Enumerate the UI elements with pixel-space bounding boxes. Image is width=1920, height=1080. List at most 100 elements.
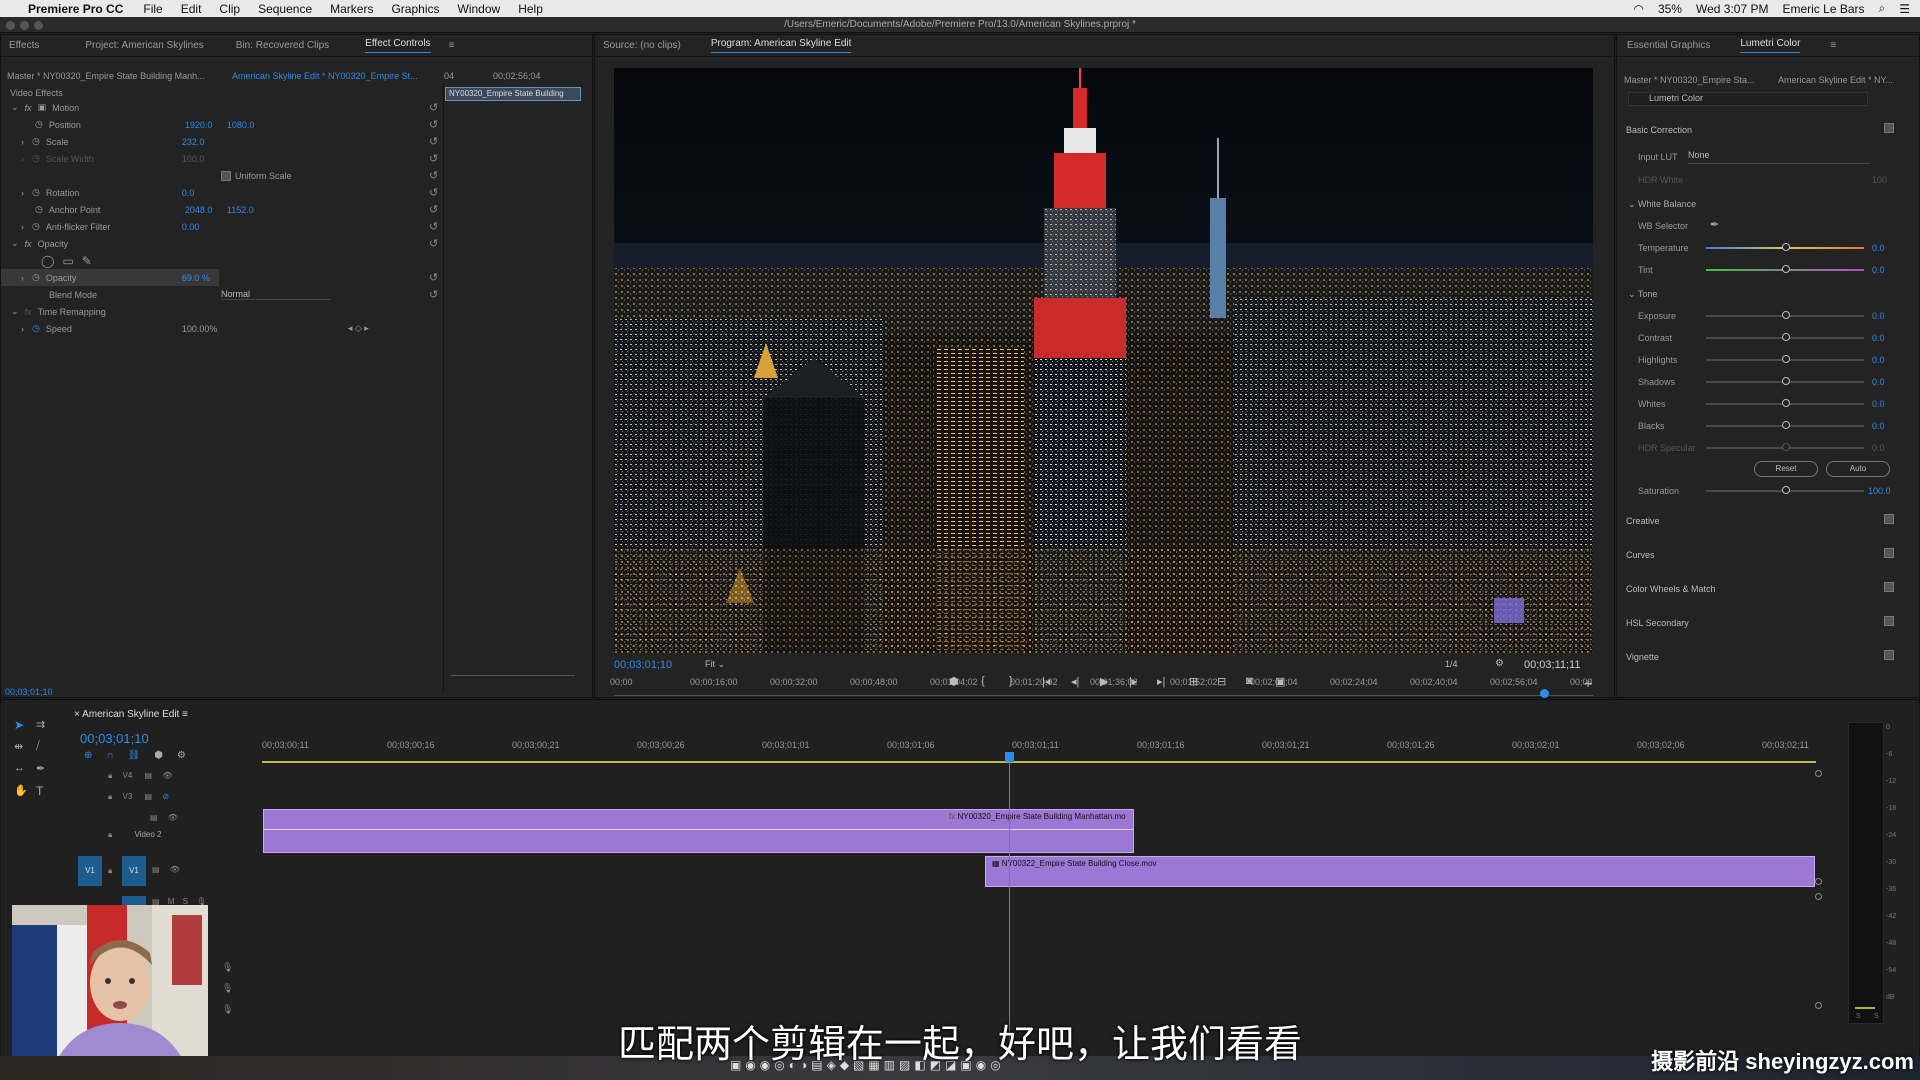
lumetri-effect-dropdown[interactable]: Lumetri Color <box>1628 92 1868 106</box>
tab-project[interactable]: Project: American Skylines <box>85 40 203 51</box>
tint-value[interactable]: 0.0 <box>1872 265 1885 275</box>
motion-effect-row[interactable]: ⌄ fx ▣ Motion ↺ <box>1 99 441 116</box>
tab-lumetri-color[interactable]: Lumetri Color <box>1740 38 1801 53</box>
contrast-value[interactable]: 0.0 <box>1872 333 1885 343</box>
highlights-knob[interactable] <box>1782 355 1790 363</box>
menu-graphics[interactable]: Graphics <box>391 2 439 16</box>
menu-edit[interactable]: Edit <box>181 2 202 16</box>
panel-menu-icon[interactable]: ≡ <box>449 40 455 51</box>
user-name[interactable]: Emeric Le Bars <box>1782 2 1864 16</box>
eye-icon[interactable]: 👁︎ <box>162 771 172 780</box>
zoom-window-icon[interactable] <box>34 21 43 30</box>
position-x-value[interactable]: 1920.0 <box>185 120 227 130</box>
opacity-effect-row[interactable]: ⌄ fx Opacity ↺ <box>1 235 441 252</box>
tone-header[interactable]: ⌄ Tone <box>1628 289 1657 300</box>
speed-value[interactable]: 100.00% <box>182 324 348 334</box>
shadows-value[interactable]: 0.0 <box>1872 377 1885 387</box>
source-patch-v1[interactable]: V1 <box>78 856 102 886</box>
basic-correction-checkbox[interactable] <box>1884 123 1894 133</box>
reset-icon[interactable]: ↺ <box>429 220 438 233</box>
vignettecheckbox[interactable] <box>1884 650 1894 660</box>
timeline-timecode[interactable]: 00;03;01;10 <box>80 731 149 746</box>
scroll-handle[interactable] <box>1815 770 1822 777</box>
saturation-value[interactable]: 100.0 <box>1868 486 1891 496</box>
blacks-knob[interactable] <box>1782 421 1790 429</box>
menu-markers[interactable]: Markers <box>330 2 373 16</box>
menu-clip[interactable]: Clip <box>219 2 240 16</box>
battery-level[interactable]: 35% <box>1658 2 1682 16</box>
scale-value[interactable]: 232.0 <box>182 137 205 147</box>
program-scrub-bar[interactable] <box>614 695 1593 696</box>
program-playhead[interactable] <box>1540 689 1550 698</box>
clip-opacity-line[interactable] <box>264 829 1133 830</box>
creativesection-header[interactable]: Creative <box>1626 516 1660 526</box>
menu-list-icon[interactable]: ☰ <box>1899 2 1910 16</box>
contrast-knob[interactable] <box>1782 333 1790 341</box>
tab-bin[interactable]: Bin: Recovered Clips <box>236 40 329 51</box>
time-remapping-row[interactable]: ⌄ fx Time Remapping <box>1 303 441 320</box>
expand-icon[interactable]: › <box>21 188 24 198</box>
type-tool-icon[interactable]: T <box>36 784 43 798</box>
reset-button[interactable]: Reset <box>1754 461 1818 477</box>
opacity-value[interactable]: 69.0 % <box>182 273 210 283</box>
mark-out-icon[interactable]: } <box>1009 675 1013 687</box>
selection-tool-icon[interactable]: ➤ <box>14 718 24 732</box>
clock[interactable]: Wed 3:07 PM <box>1696 2 1768 16</box>
clip-v1-empire-state-close[interactable]: ▦ NY00322_Empire State Building Close.mo… <box>985 856 1815 887</box>
search-icon[interactable]: ⌕ <box>1879 1 1886 16</box>
antiflicker-value[interactable]: 0.00 <box>182 222 200 232</box>
pen-tool-icon[interactable]: ✒ <box>36 762 45 775</box>
curvescheckbox[interactable] <box>1884 548 1894 558</box>
reset-icon[interactable]: ↺ <box>429 118 438 131</box>
keyframe-nav-icon[interactable]: ◂ ◇ ▸ <box>348 323 369 334</box>
minimize-window-icon[interactable] <box>20 21 29 30</box>
lumetri-master-clip[interactable]: Master * NY00320_Empire Sta... <box>1624 75 1755 85</box>
toggle-sync-icon[interactable]: ▤ <box>150 813 158 822</box>
lock-icon[interactable]: 🔒︎ <box>108 792 112 801</box>
slip-tool-icon[interactable]: ↔ <box>14 762 25 774</box>
stopwatch-icon[interactable]: ◷ <box>35 204 43 215</box>
saturation-knob[interactable] <box>1782 486 1790 494</box>
tab-program[interactable]: Program: American Skyline Edit <box>710 38 852 53</box>
collapse-icon[interactable]: ⌄ <box>11 102 19 113</box>
reset-icon[interactable]: ↺ <box>429 186 438 199</box>
ec-zoom-bar[interactable] <box>451 675 575 676</box>
color-wheels-matchsection-header[interactable]: Color Wheels & Match <box>1626 584 1716 594</box>
timeline-playhead-handle[interactable] <box>1005 752 1014 762</box>
white-balance-header[interactable]: ⌄ White Balance <box>1628 199 1696 210</box>
nest-icon[interactable]: ⊕ <box>84 750 106 761</box>
track-select-tool-icon[interactable]: ⇉ <box>36 718 45 731</box>
linked-selection-icon[interactable]: ⛓ <box>128 750 155 761</box>
tab-essential-graphics[interactable]: Essential Graphics <box>1627 40 1710 51</box>
rotation-value[interactable]: 0.0 <box>182 188 195 198</box>
reset-icon[interactable]: ↺ <box>429 237 438 250</box>
go-to-in-icon[interactable]: |◂ <box>1042 675 1050 688</box>
comparison-view-icon[interactable]: ▣ <box>1275 675 1285 688</box>
timeline-settings-icon[interactable]: ⚙ <box>177 750 200 761</box>
toggle-sync-icon[interactable]: ▤ <box>145 771 153 780</box>
menu-file[interactable]: File <box>143 2 162 16</box>
ec-clip-bar[interactable]: NY00320_Empire State Building <box>445 87 581 101</box>
stopwatch-icon[interactable]: ◷ <box>32 323 40 334</box>
ec-timecode[interactable]: 00;03;01;10 <box>5 687 53 697</box>
eye-icon[interactable]: 👁︎ <box>170 865 180 874</box>
eyedropper-icon[interactable]: ✒ <box>1710 218 1719 231</box>
stopwatch-icon[interactable]: ◷ <box>35 119 43 130</box>
blacks-value[interactable]: 0.0 <box>1872 421 1885 431</box>
highlights-value[interactable]: 0.0 <box>1872 355 1885 365</box>
track-v1-target[interactable]: V1 <box>122 856 146 886</box>
sequence-clip-selector[interactable]: American Skyline Edit * NY00320_Empire S… <box>232 71 418 81</box>
expand-icon[interactable]: › <box>21 137 24 147</box>
lock-icon[interactable]: 🔒︎ <box>108 866 112 876</box>
reset-icon[interactable]: ↺ <box>429 135 438 148</box>
reset-icon[interactable]: ↺ <box>429 288 438 301</box>
close-window-icon[interactable] <box>6 21 15 30</box>
tab-effects[interactable]: Effects <box>9 40 39 51</box>
auto-button[interactable]: Auto <box>1826 461 1890 477</box>
color-wheels-matchcheckbox[interactable] <box>1884 582 1894 592</box>
timeline-ruler[interactable]: 00;03;00;11 00;03;00;16 00;03;00;21 00;03;0… <box>262 740 1822 752</box>
master-clip-selector[interactable]: Master * NY00320_Empire State Building M… <box>7 71 205 81</box>
hsl-secondarycheckbox[interactable] <box>1884 616 1894 626</box>
position-y-value[interactable]: 1080.0 <box>227 120 255 130</box>
hand-tool-icon[interactable]: ✋ <box>14 784 28 797</box>
